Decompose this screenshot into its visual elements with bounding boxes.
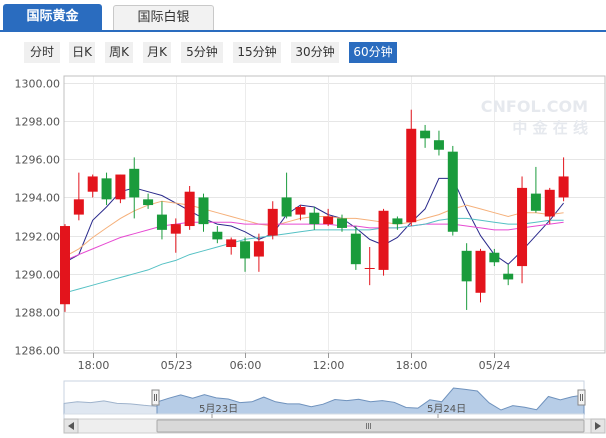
candle-body [447,151,458,232]
candle-body [267,208,278,236]
candle [60,224,70,312]
candle [420,124,431,148]
candle [309,206,320,230]
candle [267,201,278,240]
y-tick-label: 1290.00 [15,269,61,282]
candle-body [544,189,555,217]
candle [226,237,237,255]
candle [406,109,417,227]
candle-body [378,210,389,270]
x-axis: 18:00 05/23 06:00 12:00 18:00 05/24 [78,353,511,372]
y-tick-label: 1296.00 [15,154,61,167]
candle [489,248,500,267]
x-tick-label: 12:00 [313,359,345,372]
navigator-date-1: 5月23日 [199,403,238,415]
candle-body [433,140,444,150]
candle [198,193,209,232]
candle-body [364,267,375,269]
candle-body [489,252,500,263]
navigator-right-handle[interactable] [577,389,586,406]
candle [350,226,361,270]
candle-body [281,197,292,217]
candle-body [337,218,347,228]
candle-body [295,206,306,215]
candle-body [517,187,528,267]
candle-body [115,174,126,200]
navigator: 5月23日 5月24日 [63,380,586,420]
candle-body [184,191,195,227]
candle-body [101,178,112,200]
candle [73,172,84,221]
candle-body [143,199,154,206]
candle [447,145,458,236]
candle-body [226,239,237,248]
candle-body [503,273,514,280]
candle-body [323,216,334,225]
candle [281,172,292,219]
candle [433,130,444,156]
candle [101,172,112,206]
y-tick-label: 1300.00 [15,78,61,91]
candle [475,248,486,303]
candle [461,243,472,310]
candlestick-chart: CNFOL.COM 中 金 在 线 1300.001298.001296.001… [15,75,606,434]
candle [364,247,375,286]
y-axis: 1300.00 1298.00 1296.00 1294.00 1292.00 1290.… [15,78,61,358]
y-tick-label: 1294.00 [15,192,61,205]
candle-body [129,168,140,198]
y-tick-label: 1286.00 [15,345,61,358]
y-tick-label: 1288.00 [15,307,61,320]
candle-body [73,199,84,215]
x-tick-label: 06:00 [230,359,262,372]
candle-body [170,224,181,234]
scrollbar [63,418,606,434]
candle [558,157,569,202]
candle [378,208,389,276]
candle [184,185,195,230]
candle-body [530,193,541,211]
x-tick-label: 18:00 [78,359,110,372]
y-tick-label: 1298.00 [15,116,61,129]
candle [530,166,541,213]
candle-body [156,214,167,230]
candle-body [475,250,486,293]
candle [87,174,98,198]
candle [503,264,514,286]
candle-body [60,226,70,305]
candle-body [350,233,361,265]
candle [253,233,264,272]
candle-body [212,231,223,240]
candle [156,201,167,240]
y-tick-label: 1292.00 [15,231,61,244]
candle [212,226,223,244]
candle-body [253,241,264,257]
candle [240,237,251,272]
candle [517,176,528,284]
candle [323,208,334,227]
candle-body [420,130,431,139]
x-tick-label: 05/23 [161,359,193,372]
moving-average-lines [64,177,564,294]
candle-body [558,176,569,198]
candle-body [309,212,320,225]
candle-body [240,241,251,259]
watermark-text: 中 金 在 线 [512,119,588,137]
x-tick-label: 18:00 [396,359,428,372]
candle-body [87,176,98,192]
candle-body [198,197,209,225]
candles [60,109,569,312]
candle [115,174,126,204]
candle [544,187,555,225]
navigator-left-handle[interactable] [151,389,160,406]
candle-body [392,218,403,225]
watermark-logo: CNFOL.COM [481,97,588,116]
candle-body [461,250,472,282]
navigator-date-2: 5月24日 [427,403,466,415]
x-tick-label: 05/24 [479,359,511,372]
candle-body [406,128,417,223]
